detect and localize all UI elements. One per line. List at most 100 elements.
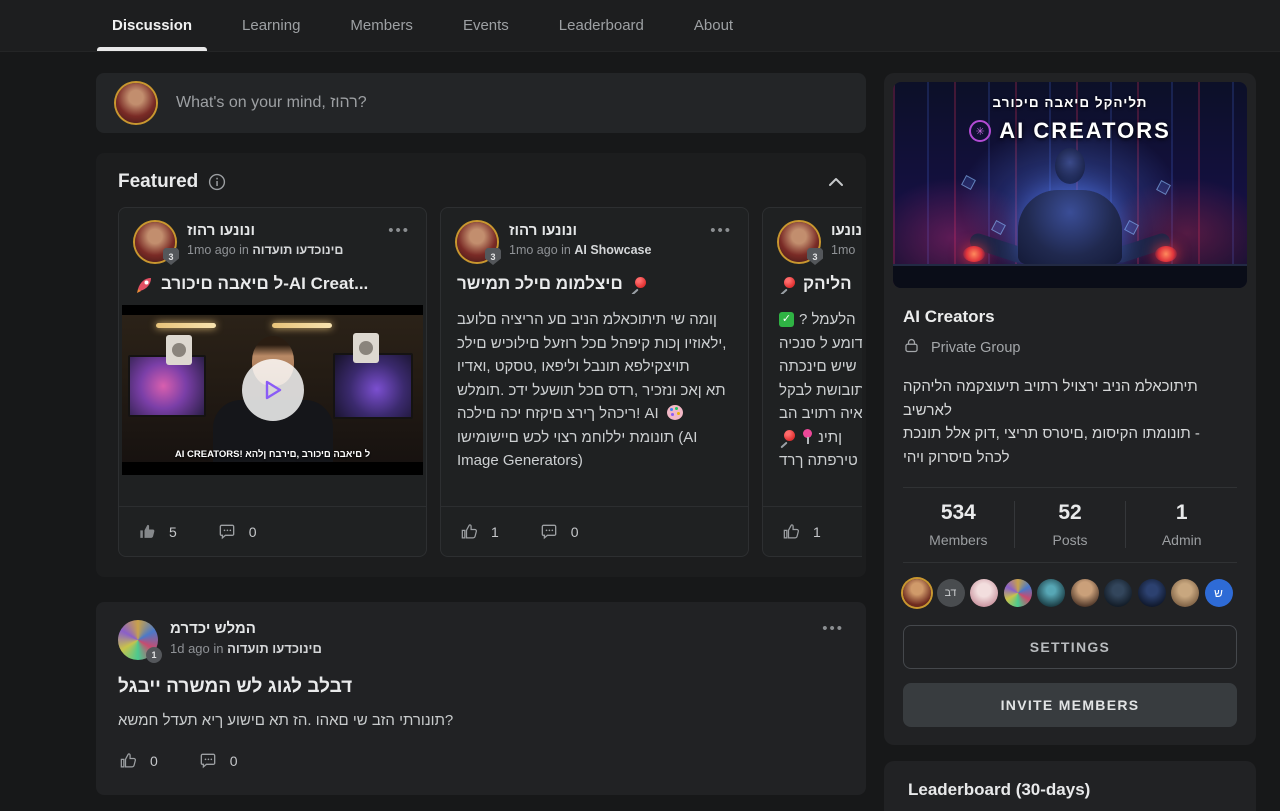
featured-title: Featured [118,171,198,193]
post-category[interactable]: הודעות ועדכונים [252,243,343,257]
like-count: 5 [169,524,177,540]
member-avatar[interactable] [1004,579,1032,607]
level-badge: 3 [807,248,823,265]
settings-button[interactable]: SETTINGS [903,625,1237,669]
group-description: הקהילה המקצועית ביותר ליוצרי בינה מלאכות… [903,375,1237,469]
featured-card-community[interactable]: 3 וענונו 1mo קהילה ✓ ? למעלה היכנס ל עמו [762,207,862,557]
level-badge: 3 [163,248,179,265]
post-title[interactable]: לגביי הרשמה של גוגל בלבד [118,676,844,698]
level-badge: 3 [485,248,501,265]
like-button[interactable]: 0 [118,751,158,771]
avatar-current-user [116,83,156,123]
featured-card-tools[interactable]: 3 זוהר וענונו 1mo ago in AI Showcase •••… [440,207,749,557]
post-title[interactable]: רשימת כלים מומלצים [457,274,623,294]
post-category[interactable]: הודעות ועדכונים [227,641,322,656]
check-icon: ✓ [779,312,794,327]
like-button[interactable]: 5 [137,522,177,542]
leaderboard-title: Leaderboard (30-days) [908,780,1232,800]
like-button[interactable]: 1 [781,522,821,542]
member-avatar-initials[interactable]: ש [1205,579,1233,607]
avatar: 3 [779,222,819,262]
comment-button[interactable]: 0 [217,522,257,542]
tab-leaderboard[interactable]: Leaderboard [543,0,660,51]
stat-posts: 52 Posts [1014,501,1126,548]
post-time: 1mo [831,243,855,257]
stat-admins: 1 Admin [1125,501,1237,548]
post-time: 1mo ago in [509,243,571,257]
author-name[interactable]: מרדכי שלמה [170,620,322,637]
post-category[interactable]: AI Showcase [574,243,651,257]
info-icon[interactable] [208,173,226,191]
brain-logo-icon: ✳ [969,120,991,142]
banner-figure [975,168,1165,264]
post-title[interactable]: קהילה [803,274,852,294]
palette-icon [667,405,683,420]
post-time: 1mo ago in [187,243,249,257]
rocket-icon [135,275,154,294]
invite-members-button[interactable]: INVITE MEMBERS [903,683,1237,727]
banner-logo-text: AI CREATORS [999,118,1171,144]
author-name[interactable]: וענונו [831,222,862,239]
comment-button[interactable]: 0 [198,751,238,771]
leaderboard-card: Leaderboard (30-days) [884,761,1256,811]
post-body: ✓ ? למעלה היכנס ל עמוד התכנים שיש לקבל ת… [779,308,862,506]
like-count: 0 [150,753,158,769]
more-options-icon[interactable]: ••• [388,222,410,262]
pushpin-icon [779,276,796,293]
lock-icon [903,337,920,358]
comment-count: 0 [249,524,257,540]
post-body: אשמח לדעת איך עושים את זה. והאם יש בזה י… [118,712,844,729]
chevron-up-icon[interactable] [828,177,844,187]
featured-cards-row: 3 זוהר וענונו 1mo ago in הודעות ועדכונים… [118,207,862,557]
privacy-label: Private Group [931,340,1020,356]
post-composer[interactable]: What's on your mind, זוהר? [96,73,866,133]
avatar: 3 [457,222,497,262]
more-options-icon[interactable]: ••• [822,620,844,660]
author-name[interactable]: זוהר וענונו [509,222,651,239]
group-banner[interactable]: ברוכים הבאים לקהילת ✳ AI CREATORS [893,82,1247,288]
member-avatar-initials[interactable]: בד [937,579,965,607]
tab-events[interactable]: Events [447,0,525,51]
tab-about[interactable]: About [678,0,749,51]
level-badge: 1 [146,647,162,663]
round-pin-icon [801,429,813,445]
tab-discussion[interactable]: Discussion [96,0,208,51]
group-info-card: ברוכים הבאים לקהילת ✳ AI CREATORS AI Cre… [884,73,1256,745]
avatar: 1 [118,620,158,660]
member-avatar[interactable] [1171,579,1199,607]
member-avatar[interactable] [970,579,998,607]
like-button[interactable]: 1 [459,522,499,542]
video-thumbnail[interactable]: AI CREATORS! אהלן חברים, ברוכים הבאים ל [122,305,423,475]
featured-card-welcome[interactable]: 3 זוהר וענונו 1mo ago in הודעות ועדכונים… [118,207,427,557]
composer-prompt: What's on your mind, זוהר? [176,94,367,112]
avatar: 3 [135,222,175,262]
member-avatar[interactable] [1037,579,1065,607]
feed-post[interactable]: 1 מרדכי שלמה 1d ago in הודעות ועדכונים •… [96,602,866,795]
like-count: 1 [813,524,821,540]
more-options-icon[interactable]: ••• [710,222,732,262]
post-body: בעולם היצירה עם בינה מלאכותית יש המון כל… [457,308,732,506]
author-name[interactable]: זוהר וענונו [187,222,343,239]
post-time: 1d ago in [170,641,224,656]
stat-members: 534 Members [903,501,1014,548]
comment-button[interactable]: 0 [539,522,579,542]
top-navigation: Discussion Learning Members Events Leade… [0,0,1280,52]
banner-tagline: ברוכים הבאים לקהילת [893,95,1247,110]
group-name: AI Creators [903,307,1237,327]
member-avatar[interactable] [1138,579,1166,607]
video-caption: AI CREATORS! אהלן חברים, ברוכים הבאים ל [122,449,423,460]
pushpin-icon [630,276,647,293]
pushpin-icon [779,429,796,446]
member-avatar[interactable] [1071,579,1099,607]
member-avatar[interactable] [903,579,931,607]
tab-learning[interactable]: Learning [226,0,316,51]
play-button[interactable] [242,359,304,421]
tab-members[interactable]: Members [334,0,429,51]
comment-count: 0 [571,524,579,540]
member-avatar[interactable] [1104,579,1132,607]
featured-section: Featured 3 זוהר וענונו [96,153,866,577]
group-stats: 534 Members 52 Posts 1 Admin [903,487,1237,563]
comment-count: 0 [230,753,238,769]
post-title[interactable]: ברוכים הבאים ל-AI Creat... [161,274,368,294]
member-avatar-row: בד ש [903,579,1237,607]
